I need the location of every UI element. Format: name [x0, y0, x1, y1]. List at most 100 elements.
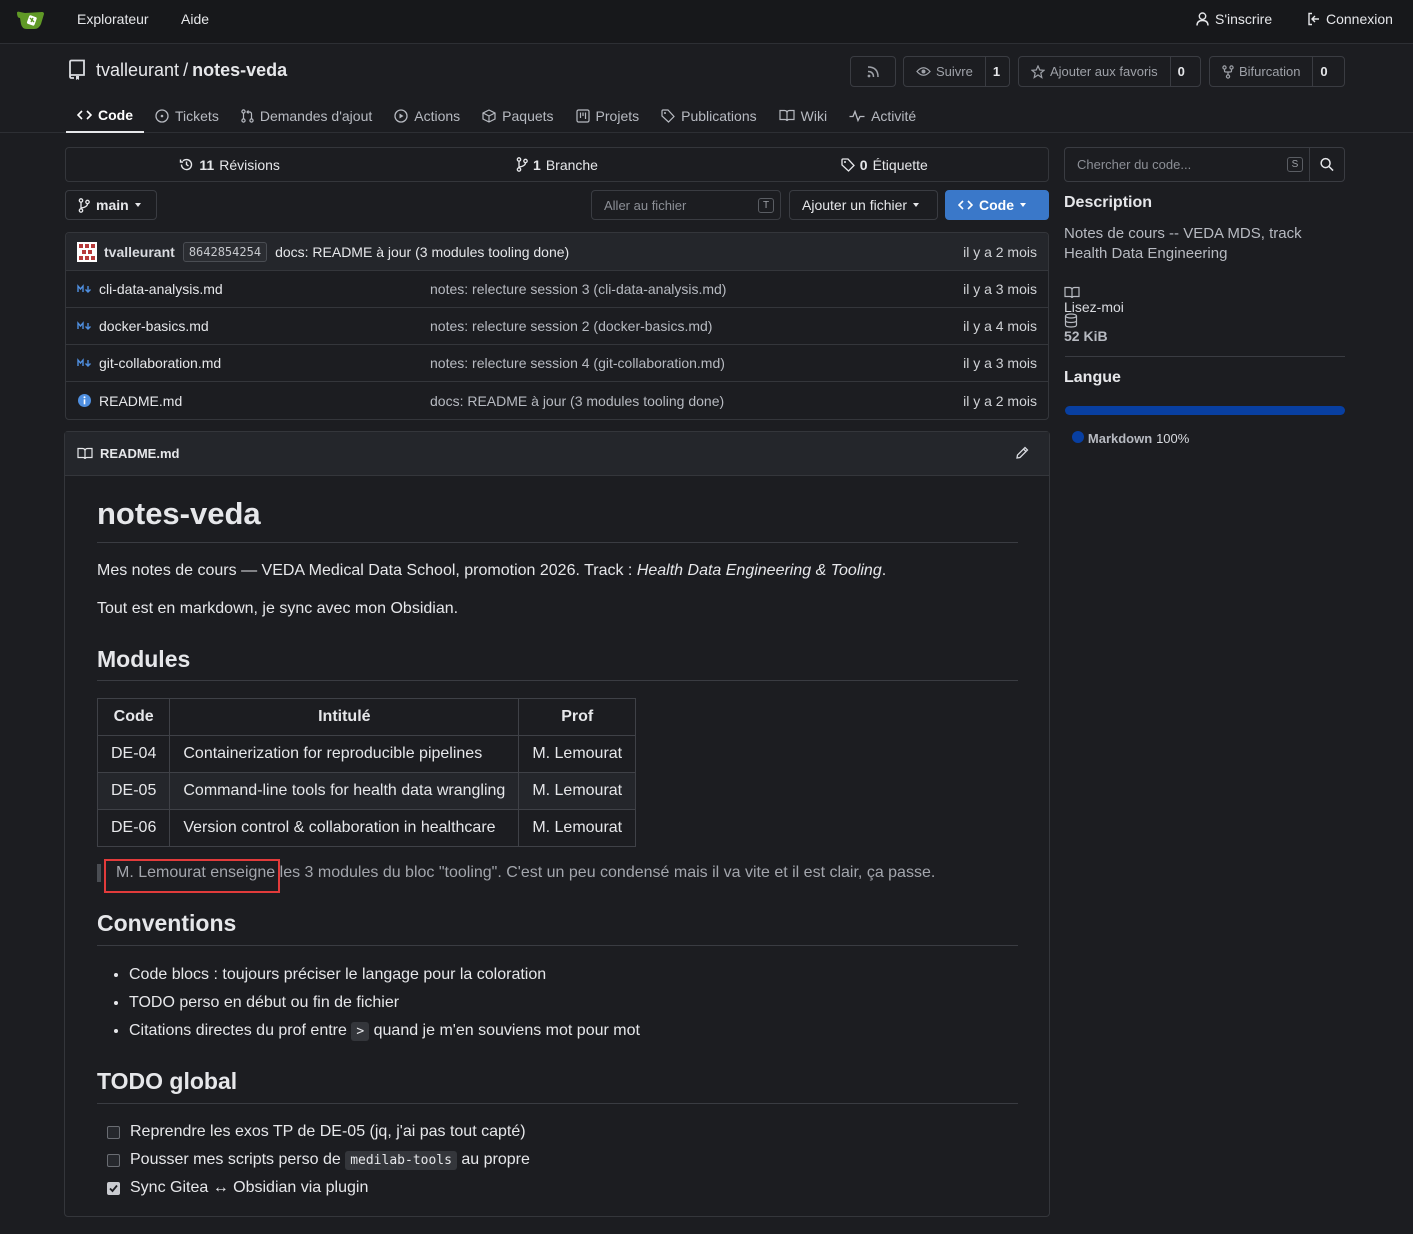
modules-heading: Modules [97, 646, 191, 672]
commit-author[interactable]: tvalleurant [104, 244, 175, 260]
todo-item: Pousser mes scripts perso de medilab-too… [107, 1151, 530, 1170]
chevron-down-icon [134, 203, 141, 207]
tab-packages-label: Paquets [502, 107, 554, 124]
fork-label: Bifurcation [1239, 64, 1301, 79]
file-time: il y a 2 mois [963, 392, 1037, 409]
branches-count: 1 [533, 156, 541, 173]
modules-table: Code Intitulé Prof DE-04 Containerizatio… [96, 698, 637, 847]
commit-message[interactable]: docs: README à jour (3 modules tooling d… [275, 244, 569, 260]
repo-size: 52 KiB [1064, 313, 1345, 344]
watch-button[interactable]: Suivre 1 [903, 56, 1010, 87]
readme-title: notes-veda [97, 496, 1018, 532]
add-file-button[interactable]: Ajouter un fichier [789, 190, 938, 220]
readme-intro2: Tout est en markdown, je sync avec mon O… [97, 600, 459, 617]
tab-releases[interactable]: Publications [650, 98, 768, 133]
file-name[interactable]: cli-data-analysis.md [99, 281, 223, 297]
tab-packages[interactable]: Paquets [471, 98, 564, 133]
todo-checkbox[interactable] [107, 1153, 120, 1167]
repo-owner[interactable]: tvalleurant [96, 60, 179, 81]
file-commit-message[interactable]: notes: relecture session 4 (git-collabor… [430, 355, 725, 371]
revisions-link[interactable]: 11 Révisions [66, 148, 393, 181]
file-name[interactable]: docker-basics.md [99, 318, 209, 334]
file-name[interactable]: README.md [99, 393, 182, 409]
repo-separator: / [183, 59, 189, 80]
tags-link[interactable]: 0 Étiquette [721, 148, 1048, 181]
todo-text-part: Pousser mes scripts perso de [130, 1151, 346, 1168]
repo-tabs: Code Tickets Demandes d'ajout Actions Pa… [66, 98, 927, 133]
file-time: il y a 3 mois [963, 281, 1037, 297]
file-commit-message[interactable]: docs: README à jour (3 modules tooling d… [430, 393, 724, 409]
markdown-icon [77, 284, 91, 293]
code-search-input[interactable]: Chercher du code... S [1064, 147, 1310, 182]
watch-count[interactable]: 1 [984, 57, 1007, 86]
pencil-icon[interactable] [1015, 446, 1029, 460]
search-icon [1320, 157, 1334, 172]
commit-time: il y a 2 mois [963, 243, 1037, 260]
tags-count: 0 [859, 156, 868, 173]
commit-sha[interactable]: 8642854254 [182, 241, 268, 262]
todo-text-part: au propre [456, 1151, 530, 1168]
tab-actions[interactable]: Actions [383, 98, 471, 133]
branches-link[interactable]: 1 Branche [393, 148, 720, 181]
tab-issues[interactable]: Tickets [144, 98, 230, 133]
divider [97, 542, 1018, 543]
list-item: Code blocs : toujours préciser le langag… [129, 965, 640, 993]
table-cell: Command-line tools for health data wrang… [169, 772, 520, 810]
branch-icon [516, 157, 528, 172]
code-search-button[interactable] [1309, 147, 1345, 182]
file-time: il y a 4 mois [963, 318, 1037, 334]
divider [97, 680, 1018, 681]
branch-name: main [96, 197, 129, 213]
star-count[interactable]: 0 [1169, 57, 1192, 86]
tab-code-label: Code [98, 106, 133, 123]
todo-checkbox-checked[interactable] [107, 1181, 120, 1195]
goto-file-input[interactable]: Aller au fichier T [591, 190, 781, 220]
repo-description: Notes de cours -- VEDA MDS, track Health… [1064, 225, 1302, 262]
clone-code-label: Code [979, 197, 1014, 213]
signin-link[interactable]: Connexion [1307, 11, 1393, 27]
fork-button[interactable]: Bifurcation 0 [1209, 56, 1345, 87]
gitea-logo-icon[interactable] [16, 9, 46, 31]
star-button[interactable]: Ajouter aux favoris 0 [1018, 56, 1201, 87]
tab-pulls[interactable]: Demandes d'ajout [230, 98, 383, 133]
tab-projects[interactable]: Projets [565, 98, 651, 133]
nav-explorer[interactable]: Explorateur [77, 11, 149, 27]
file-commit-message[interactable]: notes: relecture session 2 (docker-basic… [430, 318, 712, 334]
repo-size-value: 52 KiB [1064, 328, 1108, 344]
table-row: DE-04 Containerization for reproducible … [96, 735, 637, 773]
sidebar-divider [1065, 356, 1345, 357]
repo-name[interactable]: notes-veda [192, 60, 287, 81]
revisions-count: 11 [199, 156, 215, 173]
rss-button[interactable] [850, 56, 896, 87]
tab-code[interactable]: Code [66, 98, 144, 133]
table-cell: M. Lemourat [518, 809, 637, 847]
tab-activity[interactable]: Activité [838, 98, 927, 133]
file-commit-message[interactable]: notes: relecture session 3 (cli-data-ana… [430, 281, 726, 297]
table-cell: DE-05 [96, 772, 171, 810]
clone-code-button[interactable]: Code [945, 190, 1049, 220]
revisions-label: Révisions [219, 156, 280, 173]
list-item-text: Citations directes du prof entre [129, 1022, 352, 1039]
nav-help[interactable]: Aide [181, 11, 209, 27]
branch-selector[interactable]: main [65, 190, 157, 220]
file-row[interactable]: docker-basics.md notes: relecture sessio… [66, 308, 1048, 345]
markdown-icon [77, 321, 91, 330]
table-cell: DE-04 [96, 735, 171, 773]
file-name[interactable]: git-collaboration.md [99, 355, 221, 371]
fork-count[interactable]: 0 [1312, 57, 1334, 86]
todo-checkbox[interactable] [107, 1125, 120, 1139]
file-row[interactable]: git-collaboration.md notes: relecture se… [66, 345, 1048, 382]
table-header: Code [96, 698, 171, 736]
list-item-text: quand je m'en souviens mot pour mot [369, 1022, 640, 1039]
readme-filename[interactable]: README.md [100, 446, 179, 461]
readme-link[interactable]: Lisez-moi [1064, 286, 1345, 315]
file-row[interactable]: README.md docs: README à jour (3 modules… [66, 382, 1048, 419]
tab-projects-label: Projets [595, 107, 640, 124]
signup-link[interactable]: S'inscrire [1196, 11, 1272, 27]
file-row[interactable]: cli-data-analysis.md notes: relecture se… [66, 271, 1048, 308]
conventions-section: Conventions [97, 910, 1018, 937]
avatar[interactable] [77, 241, 97, 262]
tab-activity-label: Activité [871, 107, 917, 124]
pulse-icon [849, 109, 865, 122]
tab-wiki[interactable]: Wiki [768, 98, 838, 133]
